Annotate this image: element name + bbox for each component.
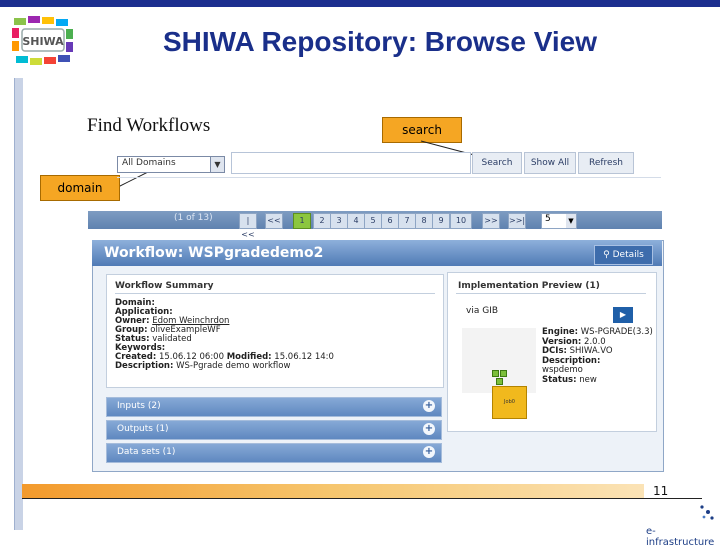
details-button-label: Details xyxy=(612,250,644,260)
search-input[interactable] xyxy=(231,152,471,174)
implementation-title: Implementation Preview (1) xyxy=(458,281,600,291)
input-port xyxy=(492,370,499,377)
page-7-button[interactable]: 7 xyxy=(398,213,416,229)
page-2-button[interactable]: 2 xyxy=(313,213,331,229)
page-number: 11 xyxy=(653,484,669,498)
refresh-button[interactable]: Refresh xyxy=(578,152,634,174)
chevron-down-icon: ▼ xyxy=(566,214,576,228)
outputs-section[interactable]: Outputs (1) + xyxy=(106,420,442,440)
shiwa-logo: SHIWA xyxy=(12,16,73,65)
page-5-button[interactable]: 5 xyxy=(364,213,382,229)
page-1-button[interactable]: 1 xyxy=(293,213,311,229)
plus-icon[interactable]: + xyxy=(423,400,435,412)
domain-callout: domain xyxy=(40,175,120,201)
show-all-button[interactable]: Show All xyxy=(524,152,576,174)
workflow-summary-box: Workflow Summary Domain: Application: Ow… xyxy=(106,274,444,388)
divider xyxy=(115,293,435,294)
page-6-button[interactable]: 6 xyxy=(381,213,399,229)
inputs-section-label: Inputs (2) xyxy=(117,401,161,411)
implementation-via: via GIB xyxy=(466,306,499,316)
search-icon: ⚲ xyxy=(603,250,610,260)
outputs-section-label: Outputs (1) xyxy=(117,424,169,434)
next-page-button[interactable]: >> xyxy=(482,213,500,229)
pager-count: (1 of 13) xyxy=(174,213,213,223)
footer-logo-text: e-infrastructure xyxy=(646,526,715,548)
datasets-section-label: Data sets (1) xyxy=(117,447,176,457)
domain-select[interactable]: All Domains ▼ xyxy=(117,156,225,173)
slide-title: SHIWA Repository: Browse View xyxy=(162,26,598,57)
page-9-button[interactable]: 9 xyxy=(432,213,450,229)
input-port xyxy=(496,378,503,385)
footer-line xyxy=(22,498,702,499)
domain-select-value: All Domains xyxy=(122,158,176,168)
inputs-section[interactable]: Inputs (2) + xyxy=(106,397,442,417)
find-workflows-heading: Find Workflows xyxy=(87,115,211,136)
top-accent-bar xyxy=(0,0,720,7)
page-10-button[interactable]: 10 xyxy=(450,213,472,229)
last-page-button[interactable]: >>| xyxy=(508,213,526,229)
chevron-down-icon: ▼ xyxy=(210,157,224,172)
plus-icon[interactable]: + xyxy=(423,423,435,435)
details-button[interactable]: ⚲ Details xyxy=(594,245,653,265)
logo-text: SHIWA xyxy=(22,35,64,48)
workflow-graph-thumbnail: Job0 xyxy=(462,328,536,419)
job-node: Job0 xyxy=(492,386,527,419)
workflow-title: Workflow: WSPgradedemo2 xyxy=(104,245,324,261)
search-callout: search xyxy=(382,117,462,143)
page-size-value: 5 xyxy=(545,214,551,224)
workflow-summary-title: Workflow Summary xyxy=(115,281,214,291)
input-port xyxy=(500,370,507,377)
implementation-details: Engine: WS-PGRADE(3.3) Version: 2.0.0 DC… xyxy=(542,327,653,385)
first-page-button[interactable]: |<< xyxy=(239,213,257,239)
divider xyxy=(117,177,661,178)
left-accent-bar xyxy=(14,78,23,530)
page-size-select[interactable]: 5 ▼ xyxy=(541,213,577,229)
prev-page-button[interactable]: << xyxy=(265,213,283,229)
description-row: Description: WS-Pgrade demo workflow xyxy=(115,361,291,371)
play-icon[interactable]: ▶ xyxy=(613,307,633,323)
plus-icon[interactable]: + xyxy=(423,446,435,458)
footer-accent-bar xyxy=(22,484,644,498)
page-8-button[interactable]: 8 xyxy=(415,213,433,229)
implementation-preview-box: Implementation Preview (1) via GIB ▶ Job… xyxy=(447,272,657,432)
page-4-button[interactable]: 4 xyxy=(347,213,365,229)
page-3-button[interactable]: 3 xyxy=(330,213,348,229)
datasets-section[interactable]: Data sets (1) + xyxy=(106,443,442,463)
search-button[interactable]: Search xyxy=(472,152,522,174)
divider xyxy=(456,293,646,294)
